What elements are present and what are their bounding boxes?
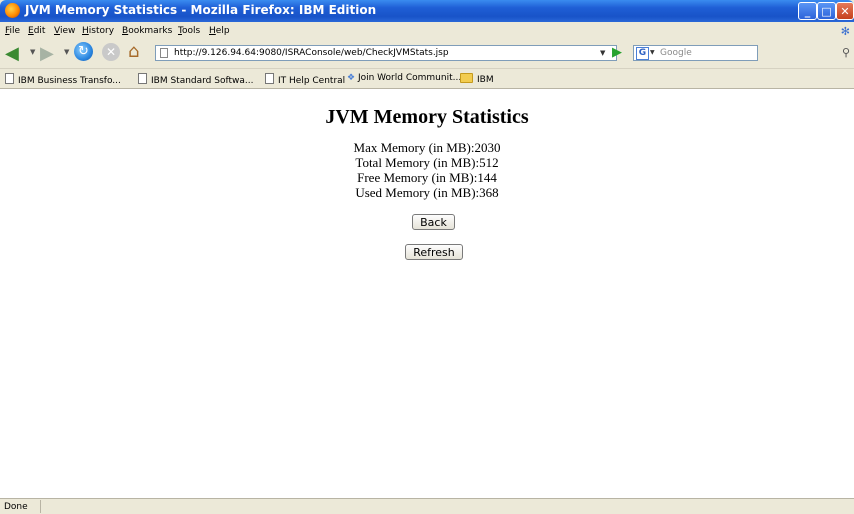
stat-used-memory: Used Memory (in MB):368 — [355, 185, 499, 200]
refresh-button[interactable]: Refresh — [405, 244, 463, 260]
forward-history-dropdown-icon[interactable]: ▼ — [64, 48, 69, 56]
firefox-icon — [5, 3, 20, 18]
search-magnifier-icon[interactable]: ⚲ — [842, 46, 850, 59]
bookmark-ibm-standard-software[interactable]: IBM Standard Softwa... — [138, 73, 253, 86]
menu-file[interactable]: File — [5, 26, 20, 36]
menu-edit[interactable]: Edit — [28, 26, 45, 36]
url-bar[interactable]: http://9.126.94.64:9080/ISRAConsole/web/… — [155, 45, 617, 61]
stat-max-memory: Max Memory (in MB):2030 — [353, 140, 501, 155]
bookmark-folder-ibm-label: IBM — [477, 75, 494, 85]
globe-icon: ❖ — [347, 73, 356, 83]
back-button[interactable]: Back — [412, 214, 455, 230]
navigation-toolbar: ◀ ▼ ▶ ▼ ↻ ✕ ⌂ http://9.126.94.64:9080/IS… — [0, 40, 854, 69]
status-text: Done — [4, 502, 28, 512]
go-button-icon[interactable]: ▶ — [612, 45, 622, 60]
google-engine-icon[interactable]: G — [636, 47, 649, 60]
close-button[interactable]: ✕ — [836, 2, 854, 20]
title-bar[interactable]: JVM Memory Statistics - Mozilla Firefox:… — [0, 0, 854, 22]
page-title: JVM Memory Statistics — [325, 106, 529, 128]
bookmarks-toolbar: IBM Business Transfo... IBM Standard Sof… — [0, 69, 854, 89]
bookmark-folder-ibm[interactable]: IBM — [460, 73, 494, 85]
menu-bar: File Edit View History Bookmarks Tools H… — [0, 22, 854, 40]
menu-tools[interactable]: Tools — [178, 26, 200, 36]
minimize-button[interactable]: _ — [798, 2, 817, 20]
bookmark-join-world-community[interactable]: ❖ Join World Communit... — [347, 73, 461, 83]
stat-free-memory: Free Memory (in MB):144 — [357, 170, 497, 185]
menu-help[interactable]: Help — [209, 26, 230, 36]
page-icon — [160, 48, 168, 58]
stop-icon[interactable]: ✕ — [102, 43, 120, 61]
search-input[interactable]: Google — [660, 48, 692, 58]
search-engine-dropdown-icon[interactable]: ▼ — [650, 49, 655, 56]
home-icon[interactable]: ⌂ — [128, 41, 139, 62]
bookmark-join-world-community-label: Join World Communit... — [357, 73, 462, 83]
url-dropdown-icon[interactable]: ▼ — [600, 49, 605, 57]
bookmark-ibm-business[interactable]: IBM Business Transfo... — [5, 73, 121, 86]
menu-view[interactable]: View — [54, 26, 75, 36]
browser-window: JVM Memory Statistics - Mozilla Firefox:… — [0, 0, 854, 514]
back-arrow-icon[interactable]: ◀ — [5, 43, 19, 64]
back-history-dropdown-icon[interactable]: ▼ — [30, 48, 35, 56]
page-content: JVM Memory Statistics Max Memory (in MB)… — [0, 89, 854, 498]
search-bar[interactable]: G ▼ Google — [633, 45, 758, 61]
reload-icon[interactable]: ↻ — [74, 42, 93, 61]
folder-icon — [460, 73, 473, 83]
maximize-button[interactable]: □ — [817, 2, 836, 20]
forward-arrow-icon[interactable]: ▶ — [40, 43, 54, 64]
status-bar: Done — [0, 498, 854, 514]
status-divider — [40, 500, 41, 513]
menu-history[interactable]: History — [82, 26, 114, 36]
throbber-icon: ✻ — [840, 25, 850, 38]
stat-total-memory: Total Memory (in MB):512 — [355, 155, 499, 170]
menu-bookmarks[interactable]: Bookmarks — [122, 26, 172, 36]
url-text[interactable]: http://9.126.94.64:9080/ISRAConsole/web/… — [174, 48, 449, 58]
bookmark-it-help-central[interactable]: IT Help Central — [265, 73, 345, 86]
window-title: JVM Memory Statistics - Mozilla Firefox:… — [25, 3, 377, 17]
